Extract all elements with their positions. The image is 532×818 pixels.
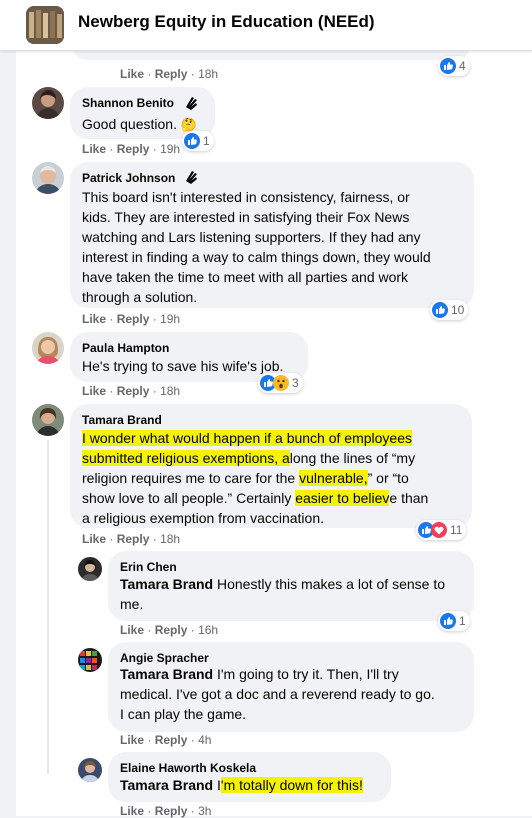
reply-link[interactable]: Reply	[117, 312, 150, 326]
mention-tag[interactable]: Tamara Brand	[120, 666, 213, 682]
reaction-summary[interactable]: 1	[438, 611, 470, 631]
reply-time[interactable]: 16h	[198, 623, 218, 637]
avatar[interactable]	[32, 404, 64, 436]
reaction-summary[interactable]: 4	[438, 56, 470, 76]
comment-text: He's trying to save his wife's job.	[82, 358, 284, 374]
comment-actions: Like · Reply · 18h	[82, 532, 181, 546]
like-link[interactable]: Like	[120, 623, 144, 637]
reaction-count: 3	[292, 376, 299, 390]
reply-author[interactable]: Angie Spracher	[120, 651, 209, 665]
reply-text: Tamara Brand Honestly this makes a lot o…	[120, 576, 445, 612]
comment-text: Good question. 🤔	[82, 116, 198, 132]
reply-author[interactable]: Erin Chen	[120, 560, 177, 574]
reply-actions: Like · Reply · 16h	[120, 623, 219, 637]
comment-time[interactable]: 18h	[160, 384, 180, 398]
reaction-count: 10	[451, 303, 465, 317]
like-link[interactable]: Like	[82, 142, 106, 156]
comment-author[interactable]: Tamara Brand	[82, 413, 162, 427]
avatar[interactable]	[78, 557, 102, 581]
reaction-summary[interactable]: 11	[416, 520, 467, 540]
reply-link[interactable]: Reply	[117, 142, 150, 156]
like-reaction-icon	[184, 133, 200, 149]
comment-author[interactable]: Paula Hampton	[82, 341, 169, 355]
like-reaction-icon	[440, 613, 456, 629]
comment-author[interactable]: Patrick Johnson	[82, 171, 175, 185]
group-avatar[interactable]	[26, 6, 64, 44]
mention-tag[interactable]: Tamara Brand	[120, 576, 213, 592]
reaction-summary[interactable]: 1	[182, 131, 214, 151]
love-reaction-icon	[431, 522, 447, 538]
comment-text: I wonder what would happen if a bunch of…	[82, 430, 429, 526]
reply-link[interactable]: Reply	[155, 623, 188, 637]
reply-link[interactable]: Reply	[117, 532, 150, 546]
comment-time[interactable]: 18h	[160, 532, 180, 546]
comment-text: This board isn't interested in consisten…	[82, 189, 431, 305]
reply-author[interactable]: Elaine Haworth Koskela	[120, 761, 256, 775]
reaction-count: 1	[459, 614, 466, 628]
reaction-count: 1	[203, 134, 210, 148]
comment-actions: Like · Reply · 19h	[82, 142, 181, 156]
group-title[interactable]: Newberg Equity in Education (NEEd)	[78, 12, 375, 32]
comment-actions: Like · Reply · 19h	[82, 312, 181, 326]
reaction-summary[interactable]: 10	[430, 300, 469, 320]
reaction-count: 4	[459, 59, 466, 73]
reply-time[interactable]: 4h	[198, 733, 211, 747]
comments-panel: Like · Reply · 18h 4 Shannon Benito Good…	[16, 30, 532, 818]
reply-actions: Like · Reply · 4h	[120, 733, 212, 747]
mention-tag[interactable]: Tamara Brand	[120, 777, 213, 793]
reply-link[interactable]: Reply	[117, 384, 150, 398]
like-reaction-icon	[440, 58, 456, 74]
reply-text: Tamara Brand I'm going to try it. Then, …	[120, 666, 435, 722]
like-link[interactable]: Like	[120, 733, 144, 747]
thread-line	[47, 440, 49, 774]
comment-time[interactable]: 19h	[160, 312, 180, 326]
thinking-emoji: 🤔	[180, 117, 198, 132]
avatar[interactable]	[32, 332, 64, 364]
comment-actions: Like · Reply · 18h	[120, 67, 219, 81]
top-fan-badge-icon[interactable]	[182, 168, 200, 186]
reply-link[interactable]: Reply	[155, 733, 188, 747]
avatar[interactable]	[32, 162, 64, 194]
like-link[interactable]: Like	[82, 312, 106, 326]
like-link[interactable]: Like	[82, 532, 106, 546]
comment-time[interactable]: 18h	[198, 67, 218, 81]
like-reaction-icon	[432, 302, 448, 318]
reply-link[interactable]: Reply	[155, 67, 188, 81]
avatar[interactable]	[32, 87, 64, 119]
group-header: Newberg Equity in Education (NEEd)	[0, 0, 532, 51]
top-fan-badge-icon[interactable]	[182, 94, 200, 112]
reply-text: Tamara Brand I'm totally down for this!	[120, 777, 363, 793]
like-link[interactable]: Like	[82, 384, 106, 398]
comment-time[interactable]: 19h	[160, 142, 180, 156]
avatar[interactable]	[78, 648, 102, 672]
avatar[interactable]	[78, 758, 102, 782]
reaction-summary[interactable]: 3	[258, 373, 303, 393]
comment-author[interactable]: Shannon Benito	[82, 96, 174, 110]
wow-reaction-icon	[273, 375, 289, 391]
comment-actions: Like · Reply · 18h	[82, 384, 181, 398]
like-link[interactable]: Like	[120, 67, 144, 81]
reaction-count: 11	[450, 523, 463, 537]
